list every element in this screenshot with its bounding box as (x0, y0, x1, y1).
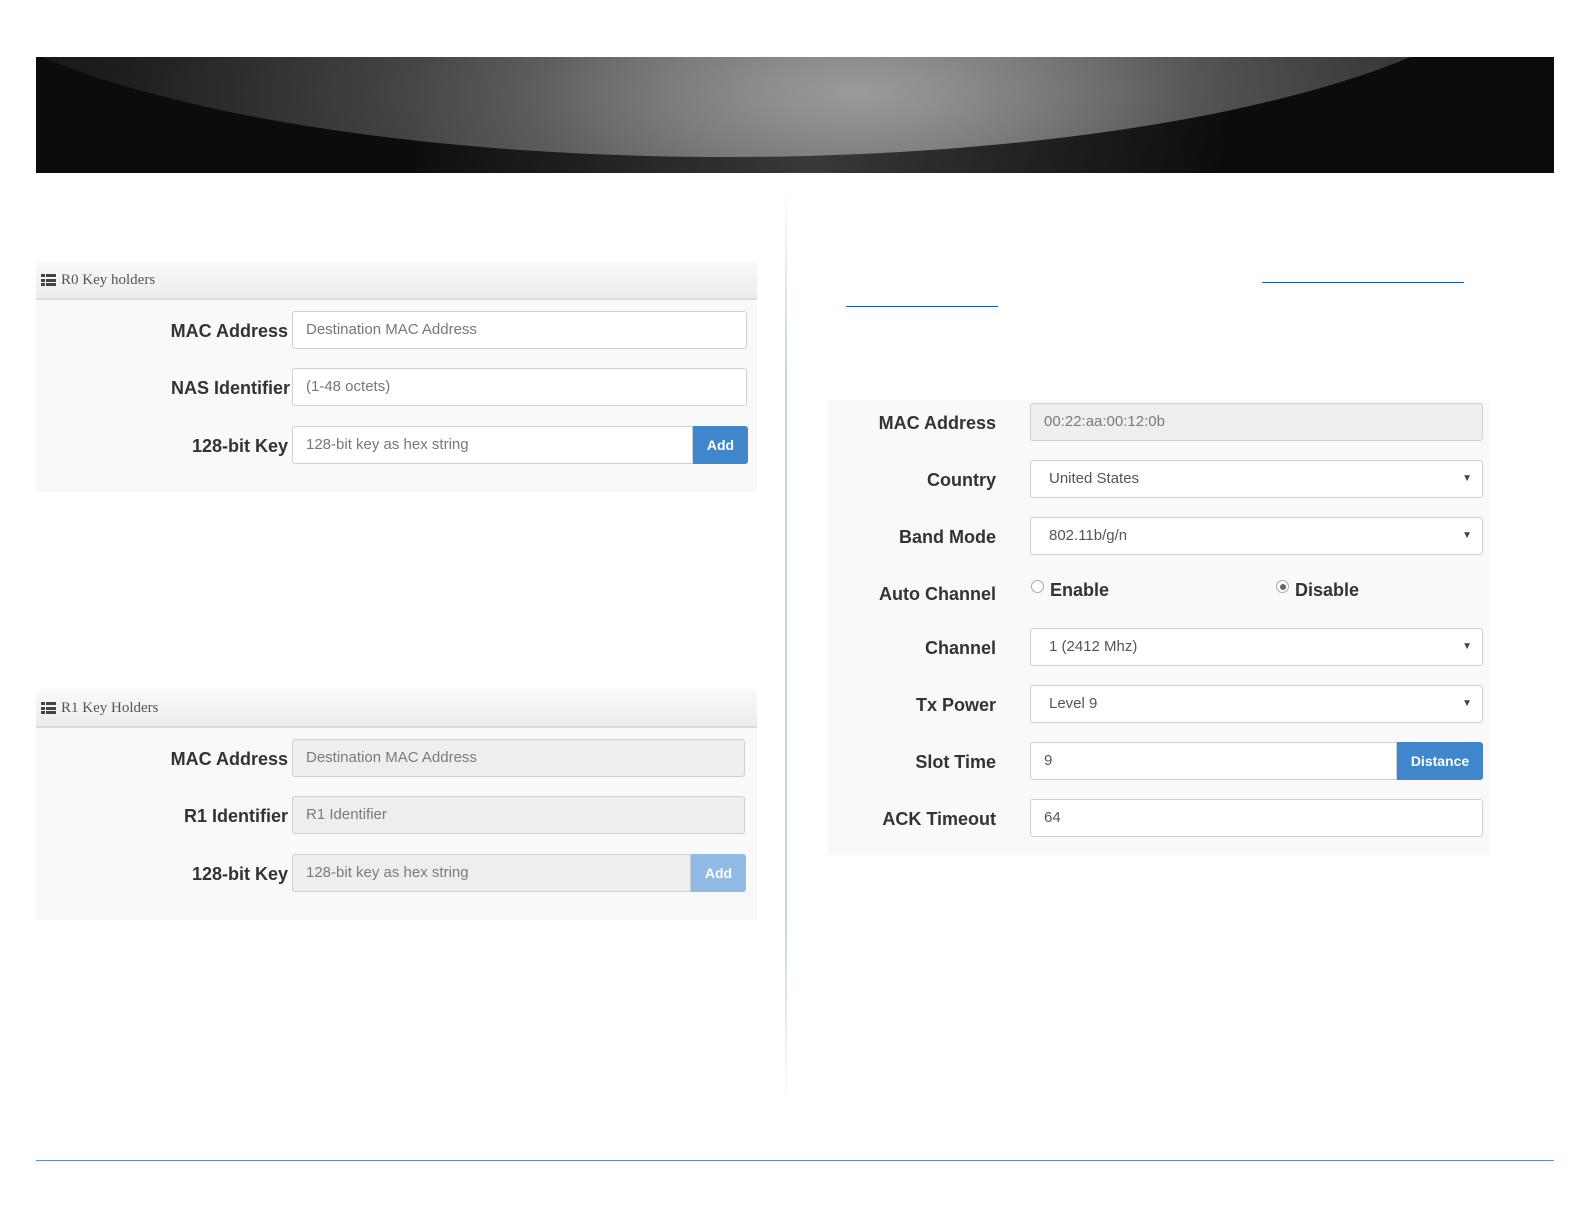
slot-time-input[interactable]: 9 (1030, 742, 1397, 780)
key-label: 128-bit Key (191, 436, 288, 456)
band-mode-label: Band Mode (899, 527, 996, 547)
form-row-key: 128-bit Key 128-bit key as hex string Ad… (36, 854, 757, 894)
radio-icon[interactable] (1031, 580, 1044, 593)
footer-rule (36, 1160, 1554, 1161)
auto-channel-label: Auto Channel (879, 584, 996, 604)
form-row-slot-time: Slot Time 9 Distance (828, 742, 1490, 782)
form-row-mac: MAC Address 00:22:aa:00:12:0b (828, 403, 1490, 443)
channel-select-value: 1 (2412 Mhz) (1049, 638, 1138, 655)
form-row-mac: MAC Address Destination MAC Address (36, 311, 757, 351)
disable-radio-label: Disable (1295, 580, 1360, 600)
caret-down-icon: ▼ (1462, 473, 1472, 484)
list-icon (41, 702, 56, 714)
mac-address-label: MAC Address (170, 321, 288, 341)
mac-address-label: MAC Address (170, 749, 288, 769)
caret-down-icon: ▼ (1462, 641, 1472, 652)
panel-title: R0 Key holders (61, 271, 156, 288)
key-input[interactable]: 128-bit key as hex string (292, 854, 691, 892)
banner-glow (416, 57, 1316, 173)
band-mode-select-value: 802.11b/g/n (1049, 527, 1128, 544)
enable-radio-label: Enable (1050, 580, 1110, 600)
tx-power-select-value: Level 9 (1049, 695, 1098, 712)
hyperlink-underline[interactable] (846, 306, 998, 307)
form-row-country: Country United States ▼ (828, 460, 1490, 500)
ack-timeout-label: ACK Timeout (882, 809, 996, 829)
panel-header: R0 Key holders (36, 262, 757, 300)
band-mode-select[interactable]: 802.11b/g/n ▼ (1030, 517, 1483, 555)
mac-address-label: MAC Address (878, 413, 996, 433)
slot-time-label: Slot Time (915, 752, 996, 772)
hyperlink-underline[interactable] (1262, 282, 1464, 283)
r0-key-holders-panel: R0 Key holders MAC Address Destination M… (36, 262, 757, 492)
country-select[interactable]: United States ▼ (1030, 460, 1483, 498)
nas-identifier-input[interactable]: (1-48 octets) (292, 368, 747, 406)
form-row-tx-power: Tx Power Level 9 ▼ (828, 685, 1490, 725)
r1-identifier-input[interactable]: R1 Identifier (292, 796, 745, 834)
form-row-key: 128-bit Key 128-bit key as hex string Ad… (36, 426, 757, 466)
caret-down-icon: ▼ (1462, 530, 1472, 541)
mac-address-input[interactable]: Destination MAC Address (292, 739, 745, 777)
form-row-band-mode: Band Mode 802.11b/g/n ▼ (828, 517, 1490, 557)
add-button[interactable]: Add (691, 854, 746, 892)
mac-address-field: 00:22:aa:00:12:0b (1030, 403, 1483, 441)
channel-label: Channel (924, 638, 996, 658)
radio-icon[interactable] (1276, 580, 1289, 593)
add-button[interactable]: Add (693, 426, 748, 464)
mac-address-input[interactable]: Destination MAC Address (292, 311, 747, 349)
header-banner (36, 57, 1554, 173)
form-row-r1-identifier: R1 Identifier R1 Identifier (36, 796, 757, 836)
form-row-nas: NAS Identifier (1-48 octets) (36, 368, 757, 408)
column-divider (785, 185, 787, 1105)
form-row-mac: MAC Address Destination MAC Address (36, 739, 757, 779)
radio-settings-panel: MAC Address 00:22:aa:00:12:0b Country Un… (828, 400, 1490, 855)
caret-down-icon: ▼ (1462, 698, 1472, 709)
panel-title: R1 Key Holders (61, 699, 159, 716)
panel-header: R1 Key Holders (36, 690, 757, 728)
form-row-ack-timeout: ACK Timeout 64 (828, 799, 1490, 839)
r1-key-holders-panel: R1 Key Holders MAC Address Destination M… (36, 690, 757, 920)
channel-select[interactable]: 1 (2412 Mhz) ▼ (1030, 628, 1483, 666)
country-label: Country (927, 470, 996, 490)
ack-timeout-input[interactable]: 64 (1030, 799, 1483, 837)
country-select-value: United States (1049, 470, 1140, 487)
key-label: 128-bit Key (191, 864, 288, 884)
form-row-auto-channel: Auto Channel Enable Disable (828, 574, 1490, 614)
key-input[interactable]: 128-bit key as hex string (292, 426, 693, 464)
list-icon (41, 274, 56, 286)
form-row-channel: Channel 1 (2412 Mhz) ▼ (828, 628, 1490, 668)
tx-power-select[interactable]: Level 9 ▼ (1030, 685, 1483, 723)
enable-radio-option[interactable]: Enable (1031, 580, 1109, 600)
disable-radio-option[interactable]: Disable (1276, 580, 1359, 600)
distance-button[interactable]: Distance (1397, 742, 1483, 780)
tx-power-label: Tx Power (915, 695, 996, 715)
r1-identifier-label: R1 Identifier (183, 806, 288, 826)
nas-identifier-label: NAS Identifier (170, 378, 290, 398)
